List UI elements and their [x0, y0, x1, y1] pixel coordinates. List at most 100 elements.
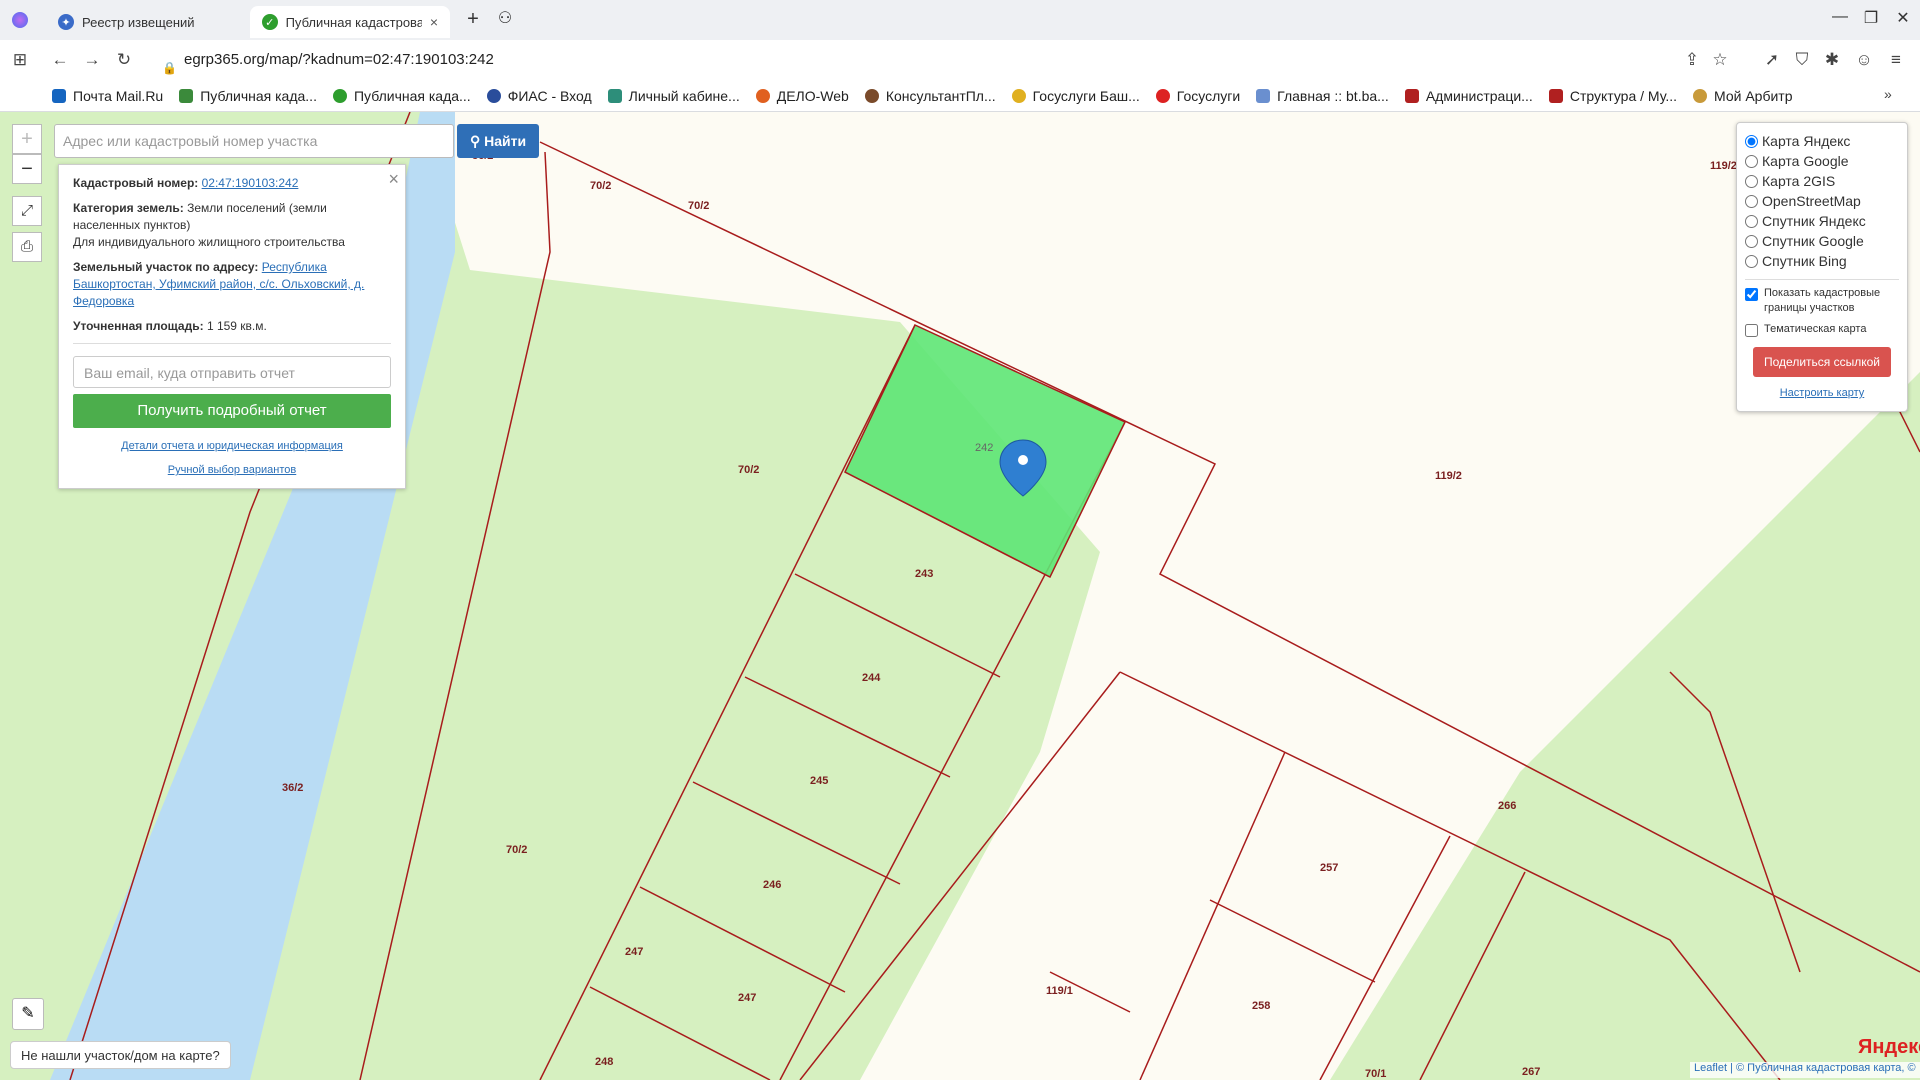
parcel-label: 244	[862, 672, 881, 684]
map-attribution[interactable]: Leaflet | © Публичная кадастровая карта,…	[1690, 1062, 1920, 1078]
layer-label: Карта 2GIS	[1762, 173, 1836, 189]
bookmark-item[interactable]: Главная :: bt.ba...	[1256, 88, 1389, 104]
divider	[1745, 279, 1899, 280]
more-bookmarks-icon[interactable]: »	[1884, 86, 1892, 102]
bookmark-label: Мой Арбитр	[1714, 87, 1793, 104]
tab-cadastral-map[interactable]: ✓ Публичная кадастровая кар ×	[250, 6, 450, 38]
rocket-icon[interactable]: ➚	[1760, 48, 1784, 72]
category-label: Категория земель:	[73, 201, 184, 215]
land-use-value: Для индивидуального жилищного строительс…	[73, 235, 345, 249]
parcel-label: 246	[763, 879, 782, 891]
close-tab-icon[interactable]: ×	[422, 14, 438, 30]
restore-button[interactable]: ❐	[1856, 8, 1886, 28]
star-icon[interactable]: ☆	[1708, 48, 1732, 72]
extensions-icon[interactable]: ✱	[1820, 48, 1844, 72]
parcel-label: 266	[1498, 800, 1517, 812]
tab-title: Публичная кадастровая кар	[285, 14, 422, 30]
minimize-button[interactable]: —	[1825, 8, 1855, 26]
thematic-map-checkbox[interactable]: Тематическая карта	[1745, 322, 1899, 337]
reload-button[interactable]: ↻	[112, 48, 136, 72]
forward-button[interactable]: →	[80, 48, 104, 72]
parcel-label: 257	[1320, 862, 1339, 874]
close-icon[interactable]: ×	[388, 169, 399, 190]
new-tab-button[interactable]: +	[458, 8, 488, 31]
radio-button[interactable]	[1745, 234, 1758, 248]
parcel-label: 70/2	[688, 200, 710, 212]
parcel-label: 70/1	[1365, 1068, 1387, 1080]
find-label: Найти	[484, 133, 527, 149]
bookmark-item[interactable]: ДЕЛО-Web	[755, 88, 849, 104]
zoom-out-button[interactable]: −	[12, 154, 42, 184]
bookmark-icon	[755, 88, 770, 103]
show-borders-checkbox[interactable]: Показать кадастровые границы участков	[1745, 286, 1899, 316]
get-report-button[interactable]: Получить подробный отчет	[73, 394, 391, 428]
radio-button[interactable]	[1745, 134, 1758, 148]
apps-icon[interactable]: ⊞	[8, 48, 32, 72]
incognito-icon[interactable]: ⚇	[490, 8, 520, 28]
bookmark-item[interactable]: Мой Арбитр	[1693, 87, 1793, 104]
bookmark-icon	[1155, 88, 1170, 103]
email-field[interactable]: Ваш email, куда отправить отчет	[73, 356, 391, 388]
radio-button[interactable]	[1745, 194, 1758, 208]
shield-icon[interactable]: ⛉	[1790, 48, 1814, 72]
layer-option-osm[interactable]: OpenStreetMap	[1745, 191, 1899, 211]
address-bar[interactable]: 🔒 egrp365.org/map/?kadnum=02:47:190103:2…	[162, 45, 1662, 75]
search-input[interactable]: Адрес или кадастровый номер участка	[54, 124, 454, 158]
bookmark-label: Почта Mail.Ru	[73, 87, 164, 104]
parcel-label: 258	[1252, 1000, 1271, 1012]
radio-button[interactable]	[1745, 214, 1758, 228]
bookmark-item[interactable]: Личный кабине...	[607, 88, 740, 104]
layer-label: Спутник Bing	[1762, 253, 1847, 269]
parcel-label: 242	[975, 442, 994, 454]
layer-option-google-map[interactable]: Карта Google	[1745, 151, 1899, 171]
not-found-button[interactable]: Не нашли участок/дом на карте?	[10, 1041, 231, 1069]
layer-option-yandex-map[interactable]: Карта Яндекс	[1745, 131, 1899, 151]
layer-option-google-satellite[interactable]: Спутник Google	[1745, 231, 1899, 251]
bookmark-icon	[1011, 88, 1026, 103]
manual-choice-link-text[interactable]: Ручной выбор вариантов	[168, 464, 296, 476]
bookmark-icon	[332, 88, 347, 103]
cadnum-link[interactable]: 02:47:190103:242	[202, 176, 299, 190]
area-label: Уточненная площадь:	[73, 319, 204, 333]
back-button[interactable]: ←	[48, 48, 72, 72]
bookmark-item[interactable]: Структура / Му...	[1548, 88, 1677, 104]
details-link[interactable]: Детали отчета и юридическая информация	[73, 440, 391, 452]
bookmark-item[interactable]: Госуслуги Баш...	[1011, 88, 1140, 104]
radio-button[interactable]	[1745, 174, 1758, 188]
layer-option-2gis-map[interactable]: Карта 2GIS	[1745, 171, 1899, 191]
bookmark-item[interactable]: КонсультантПл...	[864, 88, 996, 104]
ruler-icon[interactable]: ✎	[12, 998, 44, 1030]
checkbox[interactable]	[1745, 288, 1758, 301]
checkbox[interactable]	[1745, 324, 1758, 337]
parcel-label: 119/1	[1046, 985, 1073, 997]
bookmark-item[interactable]: Госуслуги	[1155, 88, 1240, 104]
layer-option-bing-satellite[interactable]: Спутник Bing	[1745, 251, 1899, 271]
radio-button[interactable]	[1745, 154, 1758, 168]
setup-map-link[interactable]: Настроить карту	[1745, 387, 1899, 399]
menu-icon[interactable]: ≡	[1884, 48, 1908, 72]
map-canvas[interactable]: 36/2 70/2 70/2 119/2 242 70/2 119/2 243 …	[0, 112, 1920, 1080]
zoom-in-button[interactable]: +	[12, 124, 42, 154]
bookmark-label: Администраци...	[1425, 87, 1533, 104]
find-button[interactable]: ⚲ Найти	[457, 124, 539, 158]
bookmark-icon	[179, 88, 194, 103]
tab-registry[interactable]: ✦ Реестр извещений	[46, 6, 246, 38]
print-icon[interactable]: ⎙	[12, 232, 42, 262]
radio-button[interactable]	[1745, 254, 1758, 268]
bookmark-item[interactable]: Публичная када...	[332, 88, 471, 104]
parcel-info-popup: × Кадастровый номер: 02:47:190103:242 Ка…	[58, 164, 406, 489]
details-link-text[interactable]: Детали отчета и юридическая информация	[121, 440, 343, 452]
bookmark-item[interactable]: Публичная када...	[179, 88, 317, 104]
bookmark-item[interactable]: ФИАС - Вход	[486, 88, 592, 104]
manual-choice-link[interactable]: Ручной выбор вариантов	[73, 464, 391, 476]
profile-icon[interactable]: ☺	[1852, 48, 1876, 72]
share-icon[interactable]: ⇪	[1680, 48, 1704, 72]
layer-option-yandex-satellite[interactable]: Спутник Яндекс	[1745, 211, 1899, 231]
close-window-button[interactable]: ✕	[1888, 8, 1918, 28]
bookmark-item[interactable]: Почта Mail.Ru	[52, 88, 163, 104]
parcel-label: 119/2	[1710, 160, 1737, 172]
url-text: egrp365.org/map/?kadnum=02:47:190103:242	[184, 51, 494, 68]
bookmark-item[interactable]: Администраци...	[1404, 87, 1533, 104]
share-link-button[interactable]: Поделиться ссылкой	[1753, 347, 1891, 377]
fullscreen-icon[interactable]: ⤢	[12, 196, 42, 226]
